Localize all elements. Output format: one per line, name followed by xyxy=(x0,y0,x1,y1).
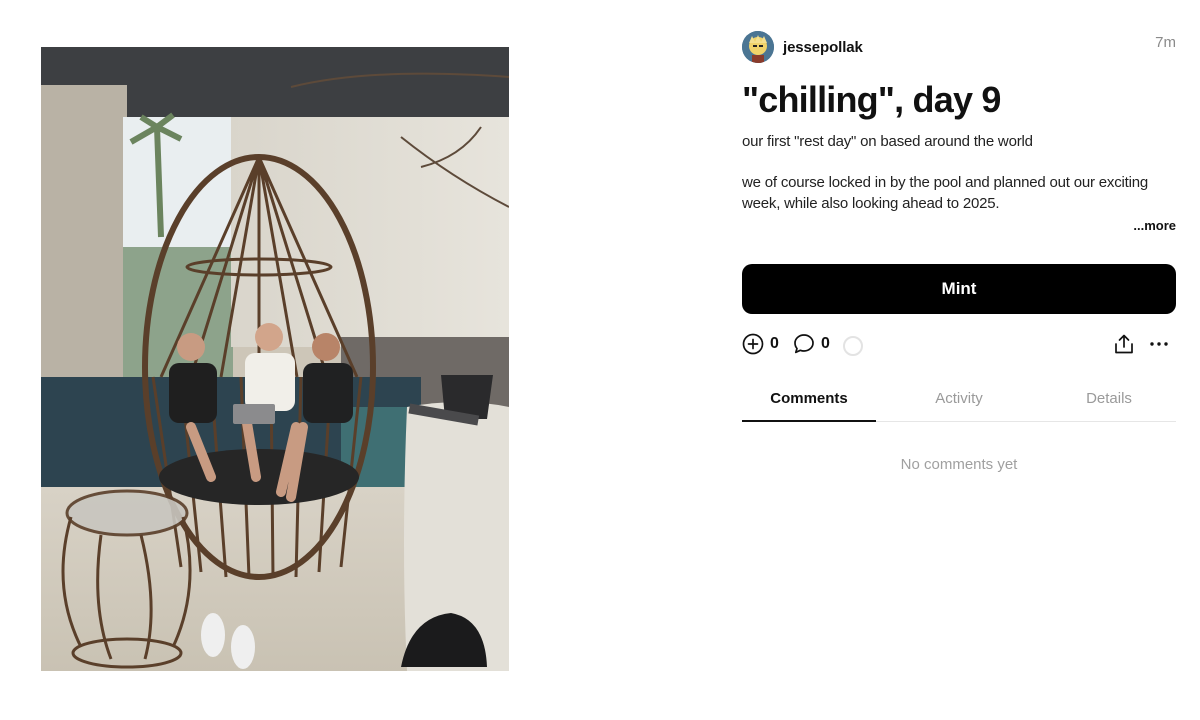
comments-empty-state: No comments yet xyxy=(900,456,1018,473)
post-body-paragraph: our first "rest day" on based around the… xyxy=(742,133,1033,150)
author-username[interactable]: jessepollak xyxy=(783,39,863,56)
more-horizontal-icon xyxy=(1150,342,1168,346)
share-button[interactable] xyxy=(1113,333,1135,360)
collect-action[interactable]: 0 xyxy=(742,333,779,355)
post-title: "chilling", day 9 xyxy=(742,79,1001,120)
author-row: jessepollak 7m xyxy=(742,30,1176,64)
loading-ring xyxy=(843,336,863,356)
post-tabs: Comments Activity Details xyxy=(742,387,1176,422)
post-detail-panel: jessepollak 7m "chilling", day 9 our fir… xyxy=(742,30,1176,473)
avatar-image xyxy=(742,31,774,63)
mint-button[interactable]: Mint xyxy=(742,264,1176,314)
comment-count: 0 xyxy=(821,335,830,352)
read-more-link[interactable]: ...more xyxy=(742,218,1176,233)
post-image[interactable] xyxy=(41,47,509,671)
collect-count: 0 xyxy=(770,335,779,352)
post-body: our first "rest day" on based around the… xyxy=(742,131,1176,214)
avatar[interactable] xyxy=(742,31,774,63)
post-timestamp: 7m xyxy=(1155,34,1176,51)
comment-icon xyxy=(794,334,814,354)
comment-action[interactable]: 0 xyxy=(793,333,830,355)
share-icon xyxy=(1115,334,1133,354)
more-options-button[interactable] xyxy=(1148,333,1170,360)
plus-circle-icon xyxy=(742,333,764,355)
tab-comments[interactable]: Comments xyxy=(742,387,876,422)
tab-details[interactable]: Details xyxy=(1042,387,1176,421)
tab-activity[interactable]: Activity xyxy=(892,387,1026,421)
post-body-paragraph: we of course locked in by the pool and p… xyxy=(742,174,1149,212)
post-photo-illustration xyxy=(41,47,509,671)
post-actions-bar: 0 0 xyxy=(742,333,1176,361)
